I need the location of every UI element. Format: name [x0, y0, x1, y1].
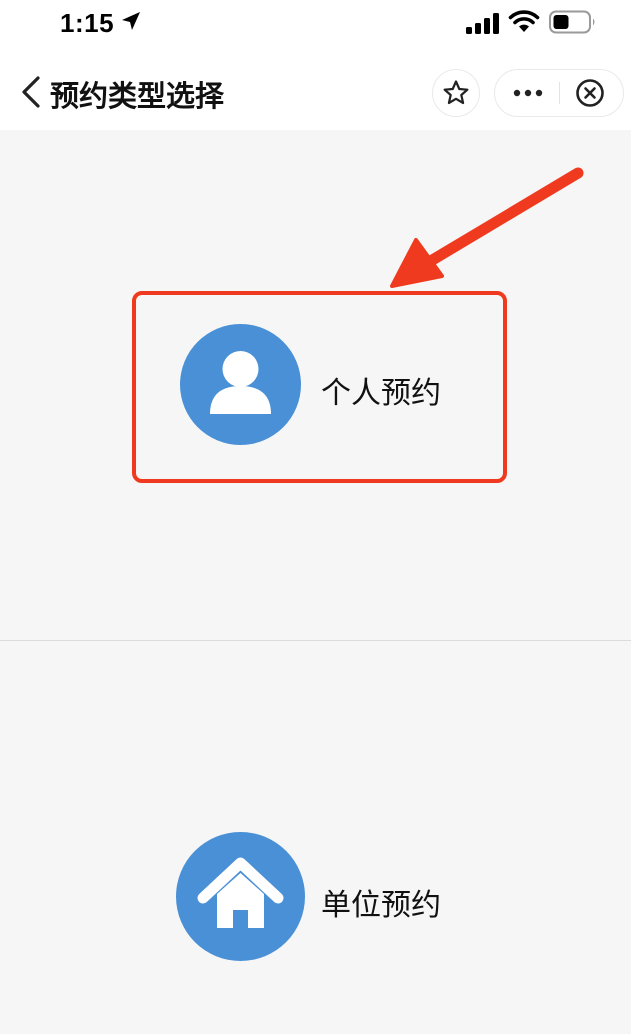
content-area: 个人预约 单位预约	[0, 130, 631, 1034]
unit-reservation-label: 单位预约	[321, 888, 441, 923]
home-icon	[197, 857, 284, 928]
wifi-icon	[508, 10, 540, 32]
chevron-left-icon	[22, 76, 40, 108]
more-dots-icon	[513, 89, 543, 97]
back-button[interactable]	[18, 72, 48, 112]
page-title: 预约类型选择	[50, 79, 225, 113]
status-time: 1:15	[60, 8, 115, 38]
section-divider	[0, 640, 631, 641]
location-arrow-icon	[122, 12, 140, 30]
star-icon	[443, 80, 469, 105]
nav-bar: 预约类型选择	[0, 50, 631, 130]
battery-icon	[549, 10, 595, 34]
unit-reservation-icon-circle	[176, 832, 305, 961]
personal-reservation-option[interactable]: 个人预约	[180, 324, 480, 446]
cellular-signal-icon	[466, 13, 499, 34]
menu-capsule	[494, 69, 624, 117]
close-circle-icon	[576, 79, 604, 107]
more-button[interactable]	[495, 70, 559, 116]
unit-reservation-option[interactable]: 单位预约	[176, 832, 476, 962]
status-bar: 1:15	[0, 0, 631, 50]
personal-reservation-icon-circle	[180, 324, 301, 445]
user-icon	[210, 351, 271, 414]
favorite-button[interactable]	[432, 69, 480, 117]
personal-reservation-label: 个人预约	[321, 376, 441, 411]
close-button[interactable]	[560, 70, 623, 116]
